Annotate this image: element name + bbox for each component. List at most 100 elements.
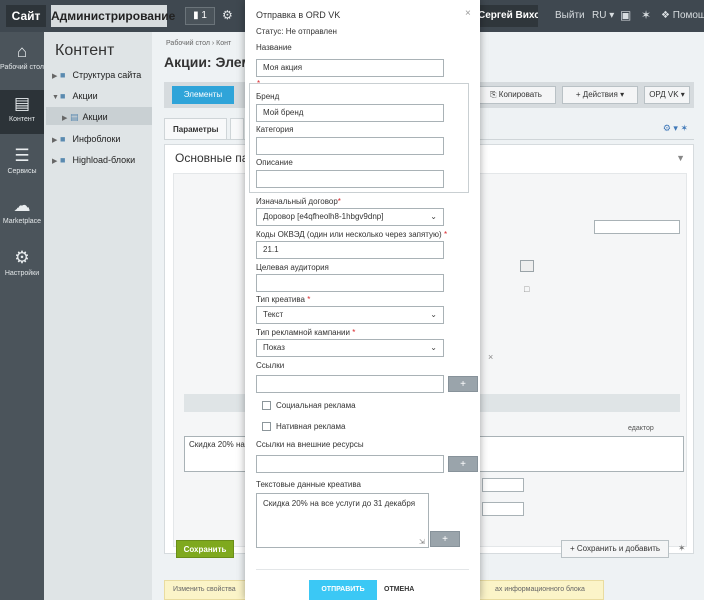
site-button[interactable]: Сайт [6, 5, 46, 27]
native-checkbox[interactable] [262, 422, 271, 431]
bottom-note-link[interactable]: ах информационного блока [495, 586, 585, 593]
bell-icon: ▮ [193, 10, 199, 21]
menu-label: Рабочий стол [0, 64, 44, 71]
breadcrumb[interactable]: Рабочий стол › Конт [166, 40, 231, 47]
copy-icon: ⎘ [490, 90, 497, 99]
footer-divider [256, 569, 469, 570]
tree-item-actions[interactable]: ▼■ Акции [52, 91, 98, 101]
social-checkbox[interactable] [262, 401, 271, 410]
menu-desktop[interactable]: ⌂ Рабочий стол [0, 42, 44, 72]
menu-label: Контент [9, 116, 35, 123]
background-input-2[interactable] [482, 502, 524, 516]
pin-icon[interactable]: ✶ [678, 543, 686, 554]
panel-icon[interactable]: ▣ [620, 8, 631, 22]
add-text-button[interactable]: + [430, 531, 460, 547]
admin-button[interactable]: Администрирование [51, 5, 175, 27]
gear-icon: ⚙ [14, 248, 30, 267]
tab-next[interactable] [230, 118, 244, 140]
save-button[interactable]: Сохранить [176, 540, 234, 558]
copy-button[interactable]: ⎘ Копировать [476, 86, 556, 104]
contract-select[interactable]: Доровор [e4qfheolh8-1hbgv9dnp] ⌄ [256, 208, 444, 226]
menu-label: Настройки [4, 270, 40, 277]
menu-settings[interactable]: ⚙ Настройки [0, 248, 44, 278]
collapse-icon[interactable]: ▼ [676, 153, 685, 163]
plus-icon: + [569, 544, 575, 553]
cloud-icon: ☁ [13, 196, 31, 215]
bottom-note-left: Изменить свойства [173, 586, 236, 593]
actions-button[interactable]: + Действия ▾ [562, 86, 638, 104]
add-link-button[interactable]: + [448, 376, 478, 392]
user-button[interactable]: Сергей Вихорев [478, 5, 538, 27]
language-select[interactable]: RU ▾ [592, 10, 614, 21]
close-icon[interactable]: × [465, 8, 471, 19]
ext-links-label: Ссылки на внешние ресурсы [256, 440, 364, 449]
chevron-down-icon: ▼ [52, 94, 59, 101]
chevron-right-icon: ▶ [52, 137, 58, 144]
infoblock-icon: ■ [60, 134, 66, 144]
menu-marketplace[interactable]: ☁ Marketplace [0, 196, 44, 226]
menu-content[interactable]: ▤ Контент [0, 90, 44, 134]
settings-icon[interactable]: ⚙ ▾ ✶ [663, 123, 688, 134]
brand-label: Бренд [256, 92, 280, 101]
text-data-textarea[interactable]: Скидка 20% на все услуги до 31 декабря [256, 493, 429, 548]
chevron-down-icon: ⌄ [430, 343, 437, 352]
tree-item-actions-child[interactable]: ▶ ▤ Акции [62, 112, 108, 123]
creative-type-select[interactable]: Текст ⌄ [256, 306, 444, 324]
chevron-right-icon: ▶ [62, 115, 68, 122]
menu-label: Marketplace [2, 218, 42, 225]
image-icon[interactable] [520, 260, 534, 272]
ordvk-button[interactable]: ОРД VK ▾ [644, 86, 690, 104]
tree-title: Контент [55, 42, 115, 59]
chevron-down-icon: ▾ [620, 90, 625, 99]
logout-link[interactable]: Выйти [555, 10, 585, 21]
help-link[interactable]: ❖ Помощь [661, 10, 704, 21]
tab-parameters[interactable]: Параметры [164, 118, 228, 140]
name-label: Название [256, 43, 292, 52]
menu-label: Сервисы [7, 168, 37, 175]
chevron-down-icon: ⌄ [430, 212, 437, 221]
document-icon: ▤ [13, 94, 31, 113]
content-tree: Контент ▶ ■ Структура сайта ▼■ Акции ▶ ▤ А… [44, 32, 152, 600]
gear-icon[interactable]: ⚙ [222, 8, 233, 22]
send-button[interactable]: ОТПРАВИТЬ [309, 580, 377, 600]
file-icon[interactable]: □ [524, 284, 529, 294]
menu-services[interactable]: ☰ Сервисы [0, 146, 44, 176]
links-input[interactable] [256, 375, 444, 393]
tree-item-infoblocks[interactable]: ▶ ■ Инфоблоки [52, 134, 120, 144]
category-input[interactable] [256, 137, 444, 155]
campaign-type-select[interactable]: Показ ⌄ [256, 339, 444, 357]
notifications-count: 1 [201, 10, 207, 21]
audience-input[interactable] [256, 274, 444, 292]
cancel-button[interactable]: ОТМЕНА [384, 586, 414, 593]
brand-input[interactable]: Мой бренд [256, 104, 444, 122]
close-icon[interactable]: × [488, 352, 493, 362]
okved-label: Коды ОКВЭД (один или несколько через зап… [256, 230, 448, 239]
save-and-add-button[interactable]: + Сохранить и добавить [561, 540, 669, 558]
elements-button[interactable]: Элементы [172, 86, 234, 104]
chevron-right-icon: ▶ [52, 158, 58, 165]
campaign-type-label: Тип рекламной кампании * [256, 328, 356, 337]
notifications-badge[interactable]: ▮ 1 [185, 7, 215, 25]
help-icon: ❖ [661, 10, 670, 21]
editor-label: едактор [628, 425, 654, 432]
category-label: Категория [256, 125, 294, 134]
background-field[interactable] [594, 220, 680, 234]
left-menu: ⌂ Рабочий стол ▤ Контент ☰ Сервисы ☁ Mar… [0, 32, 44, 600]
resize-handle-icon[interactable]: ⇲ [419, 538, 425, 546]
name-input[interactable]: Моя акция [256, 59, 444, 77]
chevron-down-icon: ⌄ [430, 310, 437, 319]
pin-icon[interactable]: ✶ [641, 8, 651, 22]
background-input-1[interactable] [482, 478, 524, 492]
description-label: Описание [256, 158, 293, 167]
add-ext-link-button[interactable]: + [448, 456, 478, 472]
ext-links-input[interactable] [256, 455, 444, 473]
okved-input[interactable]: 21.1 [256, 241, 444, 259]
layers-icon: ☰ [14, 146, 30, 165]
chevron-down-icon: ▾ [680, 90, 685, 99]
tree-item-structure[interactable]: ▶ ■ Структура сайта [52, 70, 141, 80]
plus-icon: + [575, 90, 581, 99]
tree-item-highload[interactable]: ▶ ■ Highload-блоки [52, 155, 135, 165]
description-input[interactable] [256, 170, 444, 188]
chevron-right-icon: ▶ [52, 73, 58, 80]
creative-type-label: Тип креатива * [256, 295, 311, 304]
